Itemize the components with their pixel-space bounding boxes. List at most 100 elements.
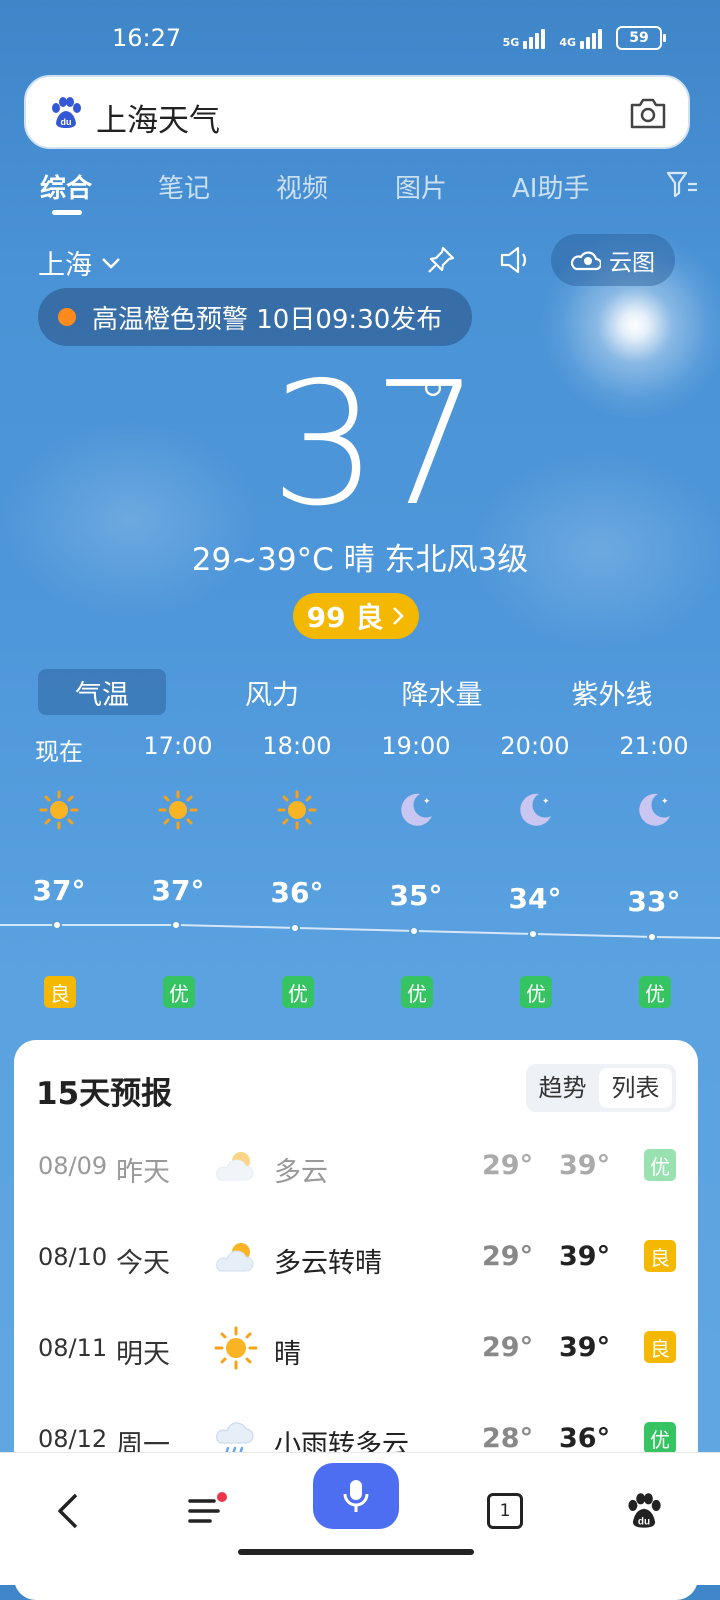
hour-temp: 37° bbox=[151, 874, 205, 907]
hour-label: 现在 bbox=[35, 738, 83, 766]
view-toggle: 趋势 列表 bbox=[526, 1064, 676, 1112]
speaker-icon[interactable] bbox=[498, 244, 532, 276]
air-quality-badge: 良 bbox=[644, 1331, 676, 1363]
hourly-tab-precipitation[interactable]: 降水量 bbox=[378, 669, 506, 715]
air-quality-badge: 优 bbox=[644, 1422, 676, 1454]
forecast-high: 39° bbox=[559, 1241, 611, 1272]
svg-text:du: du bbox=[638, 1516, 650, 1527]
sun-icon bbox=[158, 790, 198, 830]
hour-temp: 35° bbox=[389, 879, 443, 912]
baidu-paw-icon: du bbox=[628, 1493, 661, 1528]
signal-4g-icon: 4G bbox=[559, 27, 602, 49]
air-quality-badge: 良 bbox=[44, 976, 76, 1008]
forecast-low: 29° bbox=[482, 1241, 534, 1272]
hour-label: 17:00 bbox=[143, 732, 213, 760]
alert-dot-icon bbox=[58, 308, 76, 326]
signal-5g-icon: 5G bbox=[503, 27, 546, 49]
hourly-tab-wind[interactable]: 风力 bbox=[208, 669, 336, 715]
cloud-map-icon bbox=[571, 251, 601, 271]
temp-point bbox=[52, 920, 62, 930]
pin-icon[interactable] bbox=[426, 245, 456, 275]
search-query[interactable]: 上海天气 bbox=[96, 95, 220, 140]
partly-cloudy-icon bbox=[216, 1152, 254, 1181]
forecast-date: 08/12 bbox=[38, 1425, 108, 1453]
baidu-home-button[interactable]: du bbox=[614, 1481, 674, 1541]
cloud-map-label: 云图 bbox=[609, 250, 655, 276]
chevron-right-icon bbox=[393, 607, 405, 625]
air-quality-badge: 优 bbox=[163, 976, 195, 1008]
hour-label: 20:00 bbox=[500, 732, 570, 760]
svg-text:✦: ✦ bbox=[661, 797, 669, 807]
temp-point bbox=[290, 923, 300, 933]
baidu-paw-icon: du bbox=[52, 97, 81, 128]
home-indicator[interactable] bbox=[238, 1549, 474, 1555]
forecast-row[interactable]: 08/09 昨天 多云 29° 39° 优 bbox=[14, 1132, 698, 1202]
status-icons: 5G 4G 59 bbox=[503, 26, 666, 50]
tab-notes[interactable]: 笔记 bbox=[158, 168, 210, 205]
forecast-title: 15天预报 bbox=[36, 1076, 173, 1112]
hour-temp: 37° bbox=[32, 874, 86, 907]
weather-alert-banner[interactable]: 高温橙色预警 10日09:30发布 bbox=[38, 288, 472, 346]
camera-icon[interactable] bbox=[628, 95, 668, 131]
forecast-high: 39° bbox=[559, 1332, 611, 1363]
forecast-low: 29° bbox=[482, 1332, 534, 1363]
cloud-decoration bbox=[0, 420, 260, 620]
svg-text:✦: ✦ bbox=[423, 797, 431, 807]
partly-cloudy-icon bbox=[216, 1243, 254, 1272]
forecast-date: 08/09 bbox=[38, 1152, 108, 1180]
air-quality-badge: 优 bbox=[520, 976, 552, 1008]
sun-icon bbox=[277, 790, 317, 830]
battery-level: 59 bbox=[629, 30, 649, 46]
temp-point bbox=[647, 932, 657, 942]
air-quality-badge: 优 bbox=[644, 1149, 676, 1181]
network-5g-label: 5G bbox=[502, 36, 520, 49]
tabs-button[interactable]: 1 bbox=[475, 1481, 535, 1541]
aqi-badge[interactable]: 99 良 bbox=[293, 593, 419, 639]
svg-text:du: du bbox=[61, 117, 72, 127]
forecast-row[interactable]: 08/10 今天 多云转晴 29° 39° 良 bbox=[14, 1223, 698, 1293]
forecast-low: 28° bbox=[482, 1423, 534, 1454]
back-button[interactable] bbox=[38, 1481, 98, 1541]
hour-label: 18:00 bbox=[262, 732, 332, 760]
forecast-row[interactable]: 08/11 明天 晴 29° 39° 良 bbox=[14, 1314, 698, 1384]
bottom-navigation: 1 du bbox=[0, 1452, 720, 1585]
filter-icon[interactable] bbox=[666, 170, 698, 200]
forecast-high: 39° bbox=[559, 1150, 611, 1181]
menu-button[interactable] bbox=[176, 1481, 236, 1541]
toggle-trend[interactable]: 趋势 bbox=[526, 1068, 599, 1108]
forecast-desc: 多云 bbox=[274, 1157, 328, 1188]
microphone-icon bbox=[343, 1480, 369, 1512]
tab-ai-assistant[interactable]: AI助手 bbox=[512, 168, 589, 205]
cloud-map-button[interactable]: 云图 bbox=[551, 234, 675, 286]
city-selector[interactable]: 上海 bbox=[38, 243, 122, 282]
tab-videos[interactable]: 视频 bbox=[276, 168, 328, 205]
active-tab-indicator bbox=[52, 210, 82, 215]
tab-overview[interactable]: 综合 bbox=[40, 168, 92, 205]
voice-search-button[interactable] bbox=[313, 1463, 399, 1529]
hour-temp: 36° bbox=[270, 876, 324, 909]
tab-images[interactable]: 图片 bbox=[395, 168, 447, 205]
hourly-tab-temperature[interactable]: 气温 bbox=[38, 669, 166, 715]
sun-icon bbox=[214, 1326, 258, 1370]
hourly-tab-uv[interactable]: 紫外线 bbox=[548, 669, 676, 715]
status-time: 16:27 bbox=[112, 24, 182, 52]
temp-point bbox=[528, 929, 538, 939]
hour-label: 21:00 bbox=[619, 732, 689, 760]
forecast-day: 明天 bbox=[116, 1339, 170, 1370]
svg-text:✦: ✦ bbox=[542, 797, 550, 807]
degree-symbol: ° bbox=[418, 368, 448, 438]
forecast-day: 昨天 bbox=[116, 1157, 170, 1188]
chevron-left-icon bbox=[58, 1493, 78, 1529]
forecast-desc: 晴 bbox=[274, 1339, 301, 1370]
air-quality-badge: 优 bbox=[401, 976, 433, 1008]
aqi-label: 99 良 bbox=[306, 601, 384, 634]
network-4g-label: 4G bbox=[559, 36, 576, 49]
forecast-date: 08/10 bbox=[38, 1243, 108, 1271]
toggle-list[interactable]: 列表 bbox=[599, 1068, 672, 1108]
forecast-low: 29° bbox=[482, 1150, 534, 1181]
temp-point bbox=[171, 920, 181, 930]
sun-icon bbox=[39, 790, 79, 830]
hour-label: 19:00 bbox=[381, 732, 451, 760]
moon-icon: ✦ bbox=[401, 793, 432, 826]
search-bar[interactable]: du 上海天气 bbox=[24, 75, 690, 149]
